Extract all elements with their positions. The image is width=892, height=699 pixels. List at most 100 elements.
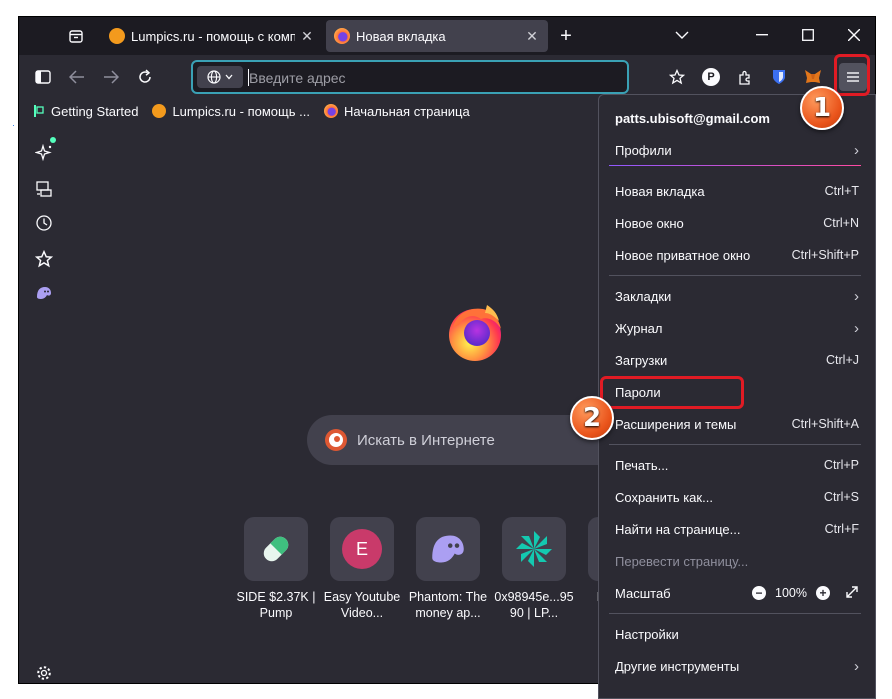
menu-label: Найти на странице...	[615, 521, 741, 537]
firefox-view-icon[interactable]	[65, 25, 87, 47]
top-site-tile[interactable]: 0x98945e...95 90 | LP...	[491, 517, 577, 621]
shortcut-label: Ctrl+Shift+P	[791, 248, 859, 262]
menu-label: Профили	[615, 142, 672, 158]
minimize-icon[interactable]	[739, 17, 785, 53]
menu-label: Перевести страницу...	[615, 553, 749, 569]
settings-item[interactable]: Настройки	[599, 619, 875, 649]
new-private-window-item[interactable]: Новое приватное окно Ctrl+Shift+P	[599, 240, 875, 270]
more-tools-item[interactable]: Другие инструменты ›	[599, 651, 875, 681]
profiles-item[interactable]: Профили ›	[599, 135, 875, 165]
notification-dot	[50, 137, 56, 143]
history-item[interactable]: Журнал ›	[599, 313, 875, 343]
reload-icon[interactable]	[131, 63, 159, 91]
menu-label: Расширения и темы	[615, 416, 737, 432]
chevron-right-icon: ›	[854, 141, 859, 159]
pill-icon	[244, 517, 308, 581]
letter-avatar: E	[342, 529, 382, 569]
bookmark-label: Lumpics.ru - помощь ...	[172, 103, 310, 119]
find-in-page-item[interactable]: Найти на странице... Ctrl+F	[599, 514, 875, 544]
tab-title: Lumpics.ru - помощь с компью	[131, 28, 295, 44]
bookmark-star-icon[interactable]	[663, 63, 691, 91]
address-bar[interactable]	[191, 60, 629, 94]
synced-tabs-icon[interactable]	[32, 177, 56, 201]
top-site-label: 0x98945e...95 90 | LP...	[494, 590, 574, 620]
divider	[609, 613, 861, 614]
customize-sidebar-gear-icon[interactable]	[32, 661, 56, 683]
close-tab-icon[interactable]: ✕	[524, 28, 540, 45]
top-site-tile[interactable]: Phantom: The money ap...	[405, 517, 491, 621]
save-as-item[interactable]: Сохранить как... Ctrl+S	[599, 482, 875, 512]
chevron-right-icon: ›	[854, 287, 859, 305]
bookmarks-star-icon[interactable]	[32, 247, 56, 271]
phantom-ghost-icon[interactable]	[32, 281, 56, 305]
divider	[609, 165, 861, 166]
menu-label: Новое окно	[615, 215, 684, 231]
list-all-tabs-chevron-icon[interactable]	[659, 17, 705, 53]
menu-label: Печать...	[615, 457, 669, 473]
extensions-puzzle-icon[interactable]	[731, 63, 759, 91]
back-arrow-icon[interactable]	[63, 63, 91, 91]
close-tab-icon[interactable]: ✕	[299, 28, 315, 45]
zoom-in-button[interactable]: +	[816, 586, 830, 600]
bitwarden-shield-icon[interactable]	[765, 63, 793, 91]
new-tab-item[interactable]: Новая вкладка Ctrl+T	[599, 176, 875, 206]
new-window-item[interactable]: Новое окно Ctrl+N	[599, 208, 875, 238]
zoom-level[interactable]: 100%	[775, 586, 807, 600]
forward-arrow-icon[interactable]	[97, 63, 125, 91]
chevron-right-icon: ›	[854, 319, 859, 337]
menu-label: Настройки	[615, 626, 679, 642]
shortcut-label: Ctrl+S	[823, 490, 859, 504]
bookmarks-item[interactable]: Закладки ›	[599, 281, 875, 311]
url-input[interactable]	[249, 68, 609, 88]
menu-label: Журнал	[615, 320, 663, 336]
top-site-tile[interactable]: SIDE $2.37K | Pump	[233, 517, 319, 621]
zoom-item: Масштаб − 100% +	[599, 578, 875, 608]
ai-chatbot-sparkle-icon[interactable]	[32, 137, 56, 165]
history-clock-icon[interactable]	[32, 211, 56, 235]
divider	[609, 275, 861, 276]
downloads-item[interactable]: Загрузки Ctrl+J	[599, 345, 875, 375]
top-site-label: Easy Youtube Video...	[323, 590, 401, 620]
firefox-logo-icon	[443, 299, 507, 363]
step-badge-1: 1	[800, 86, 844, 130]
chevron-right-icon: ›	[854, 657, 859, 675]
bookmark-getting-started[interactable]: Getting Started	[33, 104, 138, 119]
new-tab-plus-icon[interactable]: +	[555, 25, 577, 47]
shortcut-label: Ctrl+T	[824, 184, 859, 198]
edge-fragment: ·	[12, 120, 15, 130]
shortcut-label: Ctrl+P	[823, 458, 859, 472]
addons-themes-item[interactable]: Расширения и темы Ctrl+Shift+A	[599, 409, 875, 439]
top-site-tile[interactable]: E Easy Youtube Video...	[319, 517, 405, 621]
print-item[interactable]: Печать... Ctrl+P	[599, 450, 875, 480]
teal-wheel-icon	[502, 517, 566, 581]
top-site-label: Phantom: The money ap...	[408, 590, 488, 620]
fullscreen-expand-icon[interactable]	[845, 585, 859, 602]
tab-title: Новая вкладка	[356, 28, 446, 44]
maximize-icon[interactable]	[785, 17, 831, 53]
bookmark-lumpics[interactable]: Lumpics.ru - помощь ...	[152, 103, 310, 119]
sidebar-toggle-icon[interactable]	[29, 63, 57, 91]
search-placeholder: Искать в Интернете	[357, 431, 495, 449]
shortcut-label: Ctrl+J	[826, 353, 859, 367]
bookmark-start-page[interactable]: Начальная страница	[323, 104, 470, 119]
text-caret	[248, 69, 249, 86]
menu-label: Другие инструменты	[615, 658, 740, 674]
search-engine-selector[interactable]	[197, 66, 243, 88]
chevron-down-icon	[225, 74, 233, 80]
tab-new-tab[interactable]: Новая вкладка ✕	[326, 20, 548, 52]
phantom-ghost-icon	[416, 517, 480, 581]
menu-label: Загрузки	[615, 352, 668, 368]
highlight-passwords	[600, 376, 744, 409]
shortcut-label: Ctrl+N	[823, 216, 859, 230]
tab-lumpics[interactable]: Lumpics.ru - помощь с компью ✕	[101, 20, 323, 52]
menu-label: Сохранить как...	[615, 489, 713, 505]
bookmark-label: Getting Started	[51, 103, 139, 119]
shortcut-label: Ctrl+F	[824, 522, 859, 536]
close-window-icon[interactable]	[831, 17, 875, 53]
account-email: patts.ubisoft@gmail.com	[615, 110, 770, 126]
highlight-menu-button	[834, 54, 870, 96]
extension-p-icon[interactable]: P	[697, 63, 725, 91]
zoom-out-button[interactable]: −	[752, 586, 767, 600]
step-badge-2: 2	[570, 396, 614, 440]
firefox-favicon-icon	[334, 28, 350, 44]
